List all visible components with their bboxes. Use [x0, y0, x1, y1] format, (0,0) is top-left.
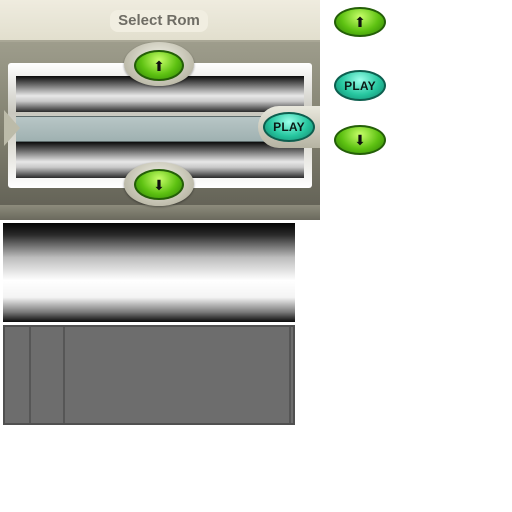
arrow-down-icon: ⬇ — [153, 176, 165, 193]
page-title: Select Rom — [110, 10, 208, 32]
grey-panel-texture — [3, 325, 295, 425]
chrome-gradient-texture — [3, 223, 295, 322]
down-button-sprite[interactable]: ⬇ — [334, 125, 386, 155]
arrow-down-icon: ⬇ — [354, 132, 366, 148]
arrow-up-icon: ⬆ — [354, 14, 366, 30]
rom-selector-panel: Select Rom ⬆ ⬇ PLAY — [0, 0, 320, 220]
scroll-up-button[interactable]: ⬆ — [134, 50, 184, 81]
play-button-label: PLAY — [273, 120, 305, 134]
divider — [63, 327, 65, 423]
up-button-sprite[interactable]: ⬆ — [334, 7, 386, 37]
play-button-sprite[interactable]: PLAY — [334, 70, 386, 101]
left-tab-indicator — [4, 110, 20, 146]
panel-footer — [0, 205, 320, 220]
divider — [29, 327, 31, 423]
play-button[interactable]: PLAY — [263, 112, 315, 142]
play-sprite-label: PLAY — [344, 78, 376, 93]
arrow-up-icon: ⬆ — [153, 57, 165, 74]
scroll-down-button[interactable]: ⬇ — [134, 169, 184, 200]
divider — [289, 327, 291, 423]
